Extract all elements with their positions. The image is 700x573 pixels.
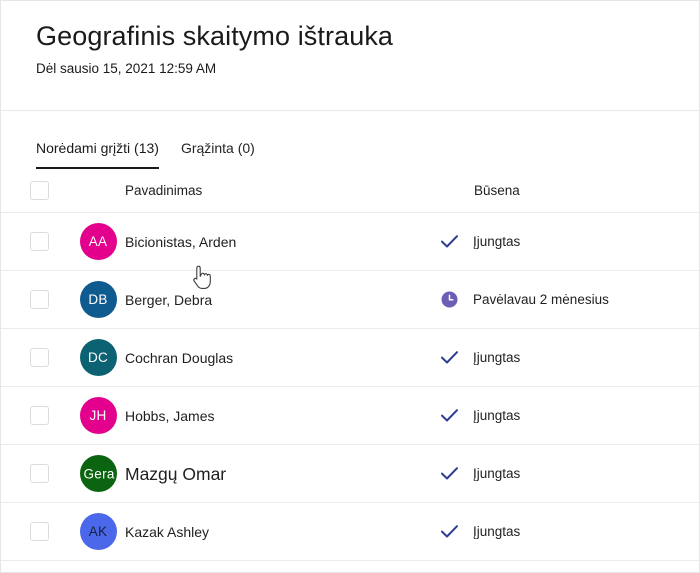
student-name: Mazgų Omar (125, 463, 227, 484)
table-header-row: Pavadinimas Būsena (1, 169, 699, 213)
student-name-cell: Gera Mazgų Omar (71, 455, 434, 492)
check-icon (437, 234, 461, 249)
status-cell: Pavėlavau 2 mėnesius (434, 290, 699, 310)
avatar: AK (79, 513, 117, 550)
avatar-wrap: AK (71, 513, 125, 550)
row-checkbox[interactable] (29, 232, 49, 251)
select-all-cell (1, 181, 71, 200)
student-name: Hobbs, James (125, 407, 215, 424)
row-select-cell (1, 522, 71, 541)
student-name-cell: DC Cochran Douglas (71, 339, 434, 376)
row-checkbox[interactable] (29, 290, 49, 309)
row-select-cell (1, 406, 71, 425)
student-name-cell: AA Bicionistas, Arden (71, 223, 434, 260)
avatar: DB (79, 281, 117, 318)
status-label: Įjungtas (473, 349, 521, 365)
select-all-checkbox[interactable] (29, 181, 49, 200)
status-label: Įjungtas (473, 465, 521, 481)
row-checkbox[interactable] (29, 464, 49, 483)
avatar-initials: AA (88, 234, 108, 249)
avatar: Gera (79, 455, 117, 492)
status-label: Įjungtas (473, 407, 521, 423)
row-select-cell (1, 290, 71, 309)
status-cell: Įjungtas (434, 522, 699, 542)
student-name: Berger, Debra (125, 291, 213, 308)
avatar-initials: Gera (83, 466, 115, 481)
check-icon (437, 466, 461, 481)
avatar: AA (79, 223, 117, 260)
status-cell: Įjungtas (434, 232, 699, 252)
status-label: Įjungtas (473, 233, 521, 249)
row-select-cell (1, 348, 71, 367)
row-checkbox[interactable] (29, 406, 49, 425)
avatar-initials: AK (88, 524, 108, 539)
status-cell: Įjungtas (434, 406, 699, 426)
check-icon (437, 408, 461, 423)
row-checkbox[interactable] (29, 522, 49, 541)
student-name: Cochran Douglas (125, 349, 234, 366)
column-header-status: Būsena (474, 183, 520, 198)
status-label: Įjungtas (473, 523, 521, 539)
tab-label: Norėdami grįžti (13) (36, 140, 159, 156)
avatar-initials: JH (89, 408, 107, 423)
student-name-cell: AK Kazak Ashley (71, 513, 434, 550)
table-body: AA Bicionistas, Arden Įjungtas DB Berger, De… (1, 213, 699, 561)
clock-icon (437, 291, 461, 308)
table-row[interactable]: DC Cochran Douglas Įjungtas (1, 329, 699, 387)
row-select-cell (1, 464, 71, 483)
table-row[interactable]: AK Kazak Ashley Įjungtas (1, 503, 699, 561)
row-select-cell (1, 232, 71, 251)
table-row[interactable]: DB Berger, Debra Pavėlavau 2 mėnesius (1, 271, 699, 329)
column-header-name-cell: Pavadinimas (71, 183, 434, 198)
table-row[interactable]: AA Bicionistas, Arden Įjungtas (1, 213, 699, 271)
column-header-name: Pavadinimas (125, 183, 203, 198)
avatar: JH (79, 397, 117, 434)
check-icon (437, 350, 461, 365)
status-label: Pavėlavau 2 mėnesius (473, 291, 609, 307)
student-name: Bicionistas, Arden (125, 233, 237, 250)
avatar-wrap: JH (71, 397, 125, 434)
column-header-status-cell: Būsena (434, 183, 699, 198)
page-header: Geografinis skaitymo ištrauka Dėl sausio… (1, 1, 699, 111)
page-subtitle: Dėl sausio 15, 2021 12:59 AM (36, 61, 217, 76)
student-name: Kazak Ashley (125, 523, 210, 540)
avatar: DC (79, 339, 117, 376)
check-icon (437, 524, 461, 539)
page-title: Geografinis skaitymo ištrauka (36, 21, 394, 51)
status-cell: Įjungtas (434, 348, 699, 368)
tab-bar: Norėdami grįžti (13) Grąžinta (0) (1, 111, 699, 169)
table-row[interactable]: JH Hobbs, James Įjungtas (1, 387, 699, 445)
student-name-cell: DB Berger, Debra (71, 281, 434, 318)
assignment-table: Pavadinimas Būsena AA Bicionistas, Arden Į… (1, 169, 699, 561)
tab-1[interactable]: Grąžinta (0) (181, 139, 255, 169)
tab-0[interactable]: Norėdami grįžti (13) (36, 139, 159, 169)
row-checkbox[interactable] (29, 348, 49, 367)
avatar-wrap: Gera (71, 455, 125, 492)
student-name-cell: JH Hobbs, James (71, 397, 434, 434)
avatar-wrap: DB (71, 281, 125, 318)
avatar-initials: DC (87, 350, 109, 365)
avatar-wrap: DC (71, 339, 125, 376)
table-row[interactable]: Gera Mazgų Omar Įjungtas (1, 445, 699, 503)
status-cell: Įjungtas (434, 464, 699, 484)
reading-assignment-panel: Geografinis skaitymo ištrauka Dėl sausio… (0, 0, 700, 573)
tab-label: Grąžinta (0) (180, 140, 255, 156)
avatar-initials: DB (88, 292, 108, 307)
avatar-wrap: AA (71, 223, 125, 260)
